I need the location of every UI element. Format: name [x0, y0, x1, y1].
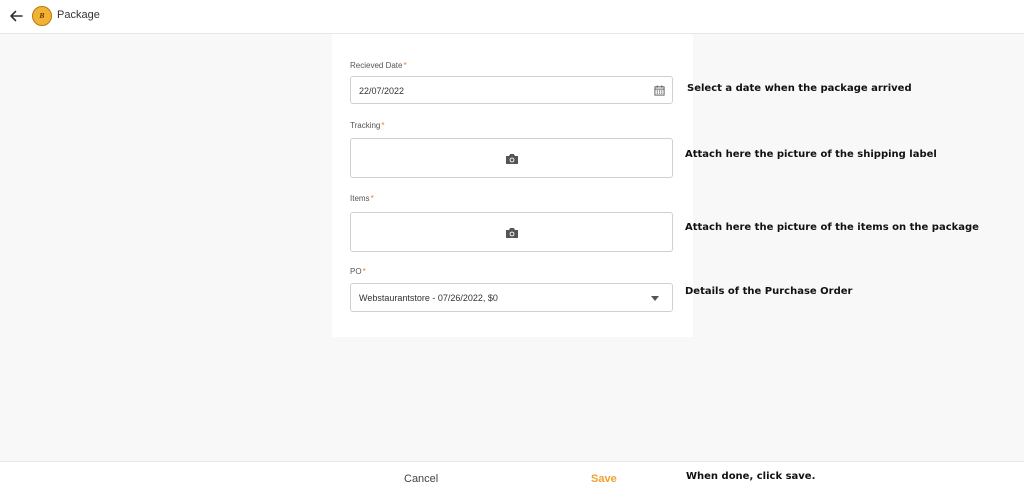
dropdown-arrow-icon	[651, 296, 659, 301]
cancel-button[interactable]: Cancel	[404, 473, 438, 485]
required-marker: *	[362, 267, 366, 276]
items-photo-upload[interactable]	[350, 212, 673, 252]
camera-icon	[506, 154, 518, 164]
note-save: When done, click save.	[686, 471, 816, 482]
app-logo: B	[32, 6, 52, 26]
note-items: Attach here the picture of the items on …	[685, 222, 979, 233]
tracking-label: Tracking*	[350, 121, 385, 130]
required-marker: *	[403, 61, 407, 70]
po-selected-value: Webstaurantstore - 07/26/2022, $0	[359, 293, 498, 303]
po-select[interactable]: Webstaurantstore - 07/26/2022, $0	[350, 283, 673, 312]
items-label: Items*	[350, 194, 374, 203]
po-label: PO*	[350, 267, 366, 276]
tracking-photo-upload[interactable]	[350, 138, 673, 178]
top-app-bar: B Package	[0, 0, 1024, 34]
package-form: Recieved Date* 22/07/2022 Tracking* Item…	[332, 34, 693, 337]
note-date: Select a date when the package arrived	[687, 83, 912, 94]
required-marker: *	[370, 194, 374, 203]
received-date-value: 22/07/2022	[359, 86, 405, 96]
page-title: Package	[57, 9, 100, 21]
note-po: Details of the Purchase Order	[685, 286, 853, 297]
required-marker: *	[381, 121, 385, 130]
note-tracking: Attach here the picture of the shipping …	[685, 149, 937, 160]
calendar-icon[interactable]	[654, 85, 665, 96]
back-arrow-icon[interactable]	[8, 8, 24, 24]
save-button[interactable]: Save	[591, 473, 617, 485]
received-date-field[interactable]: 22/07/2022	[350, 76, 673, 104]
bottom-action-bar: Cancel Save When done, click save.	[0, 461, 1024, 495]
camera-icon	[506, 228, 518, 238]
received-date-label: Recieved Date*	[350, 61, 407, 70]
